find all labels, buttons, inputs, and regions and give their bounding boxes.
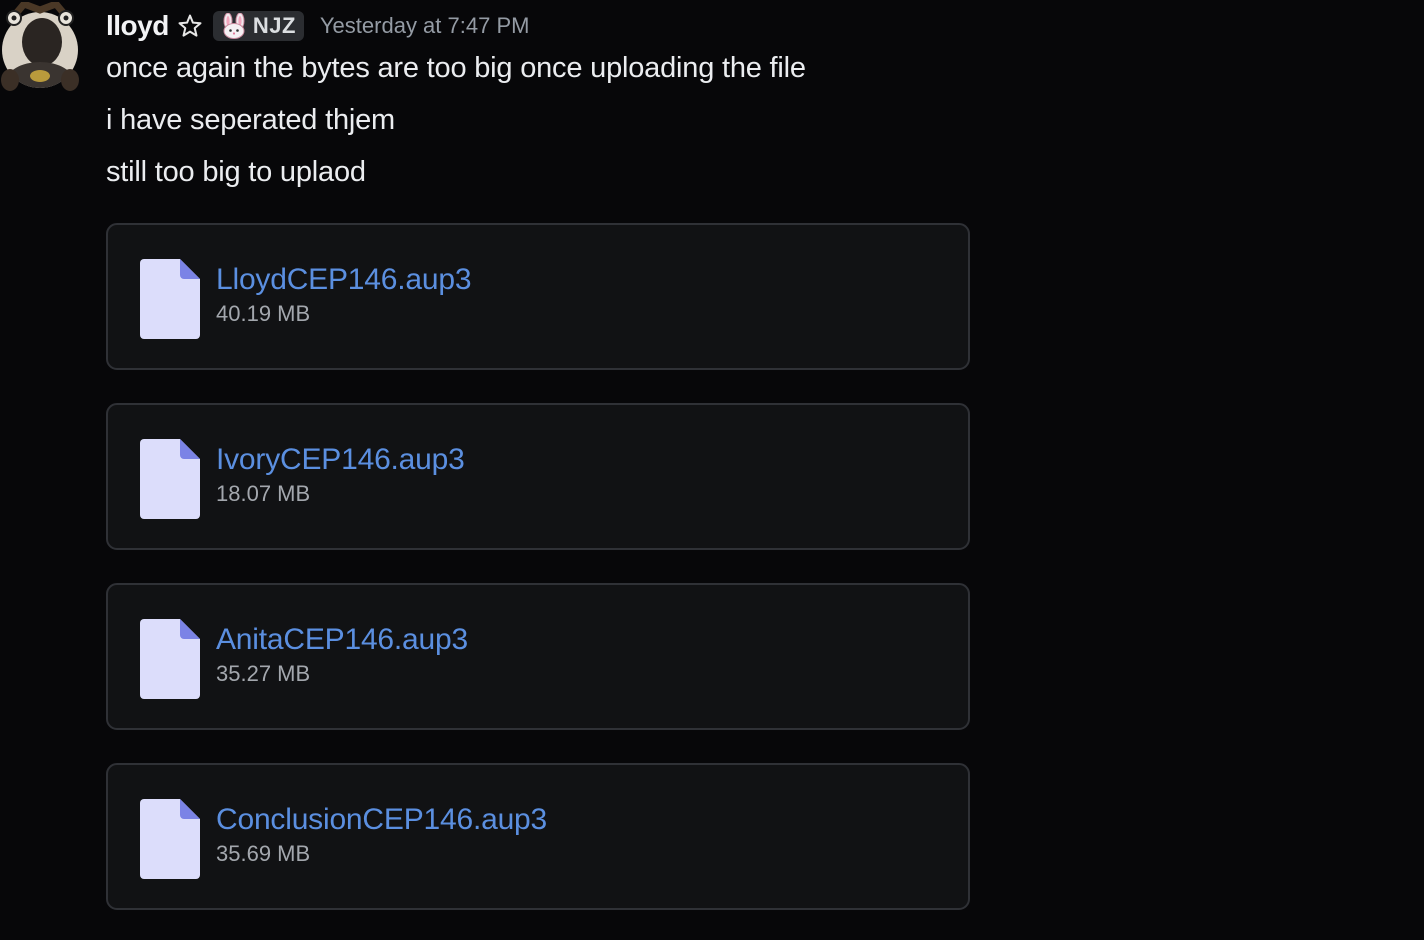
file-attachment[interactable]: AnitaCEP146.aup3 35.27 MB bbox=[106, 583, 970, 730]
file-size: 18.07 MB bbox=[216, 481, 311, 506]
file-attachment[interactable]: ConclusionCEP146.aup3 35.69 MB bbox=[106, 763, 970, 910]
file-name-link[interactable]: AnitaCEP146.aup3 bbox=[216, 623, 468, 657]
file-size: 35.27 MB bbox=[216, 661, 311, 686]
file-attachment[interactable]: IvoryCEP146.aup3 18.07 MB bbox=[106, 403, 970, 550]
timestamp[interactable]: Yesterday at 7:47 PM bbox=[320, 13, 530, 39]
file-size: 40.19 MB bbox=[216, 301, 311, 326]
message-line: still too big to uplaod bbox=[106, 156, 366, 188]
server-tag-label: NJZ bbox=[252, 13, 296, 38]
server-tag[interactable]: NJZ bbox=[212, 11, 304, 41]
message-header: lloyd NJZ Yesterday at 7:47 PM bbox=[106, 8, 529, 44]
bunny-icon bbox=[219, 13, 249, 39]
star-outline-icon bbox=[177, 13, 203, 39]
file-icon bbox=[140, 617, 202, 699]
file-icon bbox=[140, 257, 202, 339]
file-attachment[interactable]: LloydCEP146.aup3 40.19 MB bbox=[106, 223, 970, 370]
username[interactable]: lloyd bbox=[106, 10, 169, 42]
message-line: i have seperated thjem bbox=[106, 104, 395, 136]
message-line: once again the bytes are too big once up… bbox=[106, 52, 806, 84]
avatar[interactable] bbox=[0, 0, 80, 94]
file-size: 35.69 MB bbox=[216, 841, 311, 866]
file-name-link[interactable]: IvoryCEP146.aup3 bbox=[216, 443, 465, 477]
file-name-link[interactable]: LloydCEP146.aup3 bbox=[216, 263, 472, 297]
file-icon bbox=[140, 437, 202, 519]
file-icon bbox=[140, 797, 202, 879]
chat-message: lloyd NJZ Yesterday at 7:47 PM once agai… bbox=[0, 0, 1424, 940]
file-name-link[interactable]: ConclusionCEP146.aup3 bbox=[216, 803, 547, 837]
